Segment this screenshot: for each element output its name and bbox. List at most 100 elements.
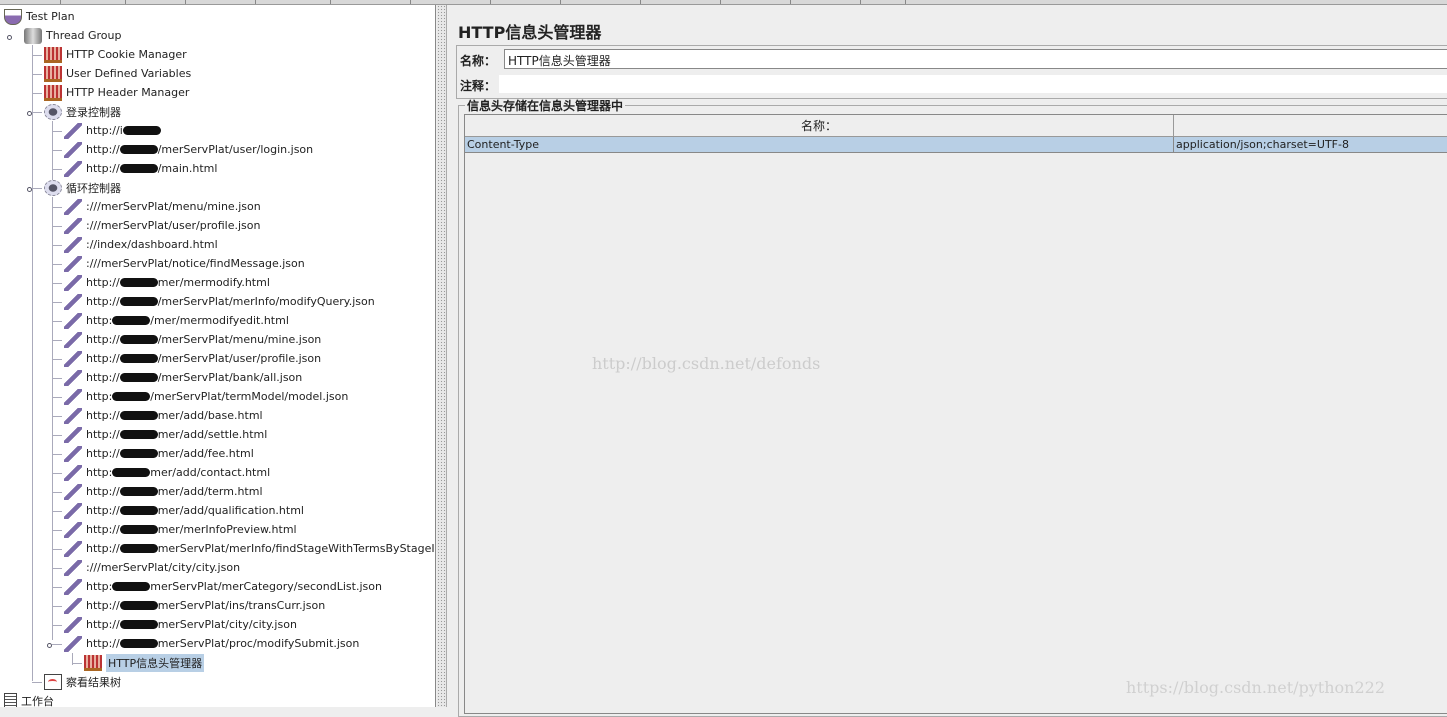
tree-node[interactable]: http:// merServPlat/city/city.json <box>64 615 297 634</box>
tree-node[interactable]: 登录控制器 <box>44 102 121 121</box>
tree-node-label-suffix: mer/merInfoPreview.html <box>157 523 297 536</box>
tree-node[interactable]: http:// /merServPlat/menu/mine.json <box>64 330 321 349</box>
tree-node-label: http:// <box>86 295 120 308</box>
expand-toggle[interactable] <box>27 111 32 116</box>
sampler-icon <box>64 521 82 538</box>
tree-node-label: http: <box>86 580 113 593</box>
test-plan-tree[interactable]: Test Plan Thread Group HTTP Cookie Manager… <box>0 5 436 707</box>
tree-node[interactable]: http: /mer/mermodifyedit.html <box>64 311 289 330</box>
split-pane-divider[interactable] <box>437 5 447 707</box>
tree-node[interactable]: http:// /merServPlat/merInfo/modifyQuery.… <box>64 292 375 311</box>
tree-node[interactable]: 察看结果树 <box>44 672 121 691</box>
tree-node[interactable]: http: mer/add/contact.html <box>64 463 270 482</box>
tree-node-label-suffix: mer/add/settle.html <box>157 428 268 441</box>
column-header-value[interactable] <box>1174 115 1447 137</box>
name-input[interactable]: HTTP信息头管理器 <box>504 49 1447 69</box>
tree-node[interactable]: http: /merServPlat/termModel/model.json <box>64 387 348 406</box>
name-comment-box: 名称： HTTP信息头管理器 注释： <box>456 45 1447 99</box>
expand-toggle[interactable] <box>27 187 32 192</box>
tree-node-label-suffix: merServPlat/proc/modifySubmit.json <box>157 637 360 650</box>
tree-line <box>32 74 42 75</box>
tree-node[interactable]: http:// mer/mermodify.html <box>64 273 270 292</box>
comment-input[interactable] <box>499 75 1447 93</box>
tree-node-label: ://index/dashboard.html <box>86 238 218 251</box>
thread-group-icon <box>24 27 42 44</box>
expand-toggle[interactable] <box>47 643 52 648</box>
tree-line <box>52 321 62 322</box>
tree-node-label-suffix: mer/add/contact.html <box>150 466 271 479</box>
tree-node-label: http:// <box>86 352 120 365</box>
sampler-icon <box>64 198 82 215</box>
redaction-mark <box>112 582 151 591</box>
tree-line <box>52 378 62 379</box>
tree-node-label-suffix: merServPlat/merCategory/secondList.json <box>150 580 382 593</box>
tree-node[interactable]: http: merServPlat/merCategory/secondList.… <box>64 577 382 596</box>
tree-node-label-suffix: /mer/mermodifyedit.html <box>150 314 289 327</box>
redaction-mark <box>119 639 158 648</box>
listener-icon <box>44 673 62 690</box>
header-name-cell[interactable]: Content-Type <box>465 137 1174 153</box>
tree-node[interactable]: Thread Group <box>24 26 121 45</box>
tree-node[interactable]: HTTP Cookie Manager <box>44 45 187 64</box>
redaction-mark <box>119 145 158 154</box>
redaction-mark <box>119 620 158 629</box>
sampler-icon <box>64 559 82 576</box>
column-header-name[interactable]: 名称： <box>465 115 1174 137</box>
sampler-icon <box>64 293 82 310</box>
tree-line <box>52 454 62 455</box>
tree-node[interactable]: http:// merServPlat/merInfo/findStageWith… <box>64 539 435 558</box>
tree-node[interactable]: 循环控制器 <box>44 178 121 197</box>
tree-node[interactable]: http:// mer/add/base.html <box>64 406 263 425</box>
tree-node-label: HTTP Header Manager <box>66 86 190 99</box>
tree-node[interactable]: http:// mer/add/settle.html <box>64 425 267 444</box>
tree-node[interactable]: ://index/dashboard.html <box>64 235 218 254</box>
comment-label: 注释： <box>460 79 497 93</box>
tree-node[interactable]: http:// /main.html <box>64 159 217 178</box>
tree-node-label: Test Plan <box>26 10 75 23</box>
tree-node[interactable]: http:// mer/merInfoPreview.html <box>64 520 297 539</box>
sampler-icon <box>64 502 82 519</box>
tree-node-label: 登录控制器 <box>66 105 121 119</box>
tree-node[interactable]: HTTP信息头管理器 <box>84 653 205 672</box>
tree-node[interactable]: http:// /merServPlat/bank/all.json <box>64 368 302 387</box>
tree-line <box>52 492 62 493</box>
tree-node[interactable]: http:// merServPlat/ins/transCurr.json <box>64 596 325 615</box>
tree-node[interactable]: http:// mer/add/term.html <box>64 482 263 501</box>
tree-node[interactable]: User Defined Variables <box>44 64 191 83</box>
tree-node[interactable]: :///merServPlat/city/city.json <box>64 558 240 577</box>
header-value-cell[interactable]: application/json;charset=UTF-8 <box>1174 137 1447 153</box>
tree-node[interactable]: :///merServPlat/menu/mine.json <box>64 197 261 216</box>
tree-node[interactable]: http:// merServPlat/proc/modifySubmit.jso… <box>64 634 359 653</box>
tree-line <box>52 340 62 341</box>
redaction-mark <box>122 126 161 135</box>
tree-node[interactable]: http:// mer/add/qualification.html <box>64 501 304 520</box>
headers-table[interactable]: 名称： Content-Type application/json;charse… <box>464 114 1447 714</box>
tree-line <box>52 511 62 512</box>
tree-line <box>52 473 62 474</box>
tree-node[interactable]: 工作台 <box>4 691 54 707</box>
tree-node-label: http:// <box>86 143 120 156</box>
sampler-icon <box>64 236 82 253</box>
tree-node[interactable]: Test Plan <box>4 7 75 26</box>
redaction-mark <box>112 468 151 477</box>
tree-node[interactable]: :///merServPlat/user/profile.json <box>64 216 261 235</box>
sampler-icon <box>64 369 82 386</box>
tree-node[interactable]: http:// mer/add/fee.html <box>64 444 254 463</box>
config-element-icon <box>44 84 62 101</box>
tree-node-label-suffix: /main.html <box>157 162 218 175</box>
tree-line <box>52 416 62 417</box>
tree-node-label: http:// <box>86 523 120 536</box>
sampler-icon <box>64 122 82 139</box>
expand-toggle[interactable] <box>7 35 12 40</box>
tree-node-label-suffix: merServPlat/city/city.json <box>157 618 297 631</box>
tree-node[interactable]: HTTP Header Manager <box>44 83 189 102</box>
tree-node[interactable]: http:// /merServPlat/user/profile.json <box>64 349 321 368</box>
tree-node[interactable]: http:// /merServPlat/user/login.json <box>64 140 313 159</box>
watermark: http://blog.csdn.net/defonds <box>592 354 821 373</box>
tree-line <box>52 587 62 588</box>
tree-line <box>52 264 62 265</box>
tree-node-label: http:// <box>86 371 120 384</box>
tree-node-label: :///merServPlat/city/city.json <box>86 561 241 574</box>
tree-node[interactable]: :///merServPlat/notice/findMessage.json <box>64 254 305 273</box>
tree-node[interactable]: http://i <box>64 121 161 140</box>
